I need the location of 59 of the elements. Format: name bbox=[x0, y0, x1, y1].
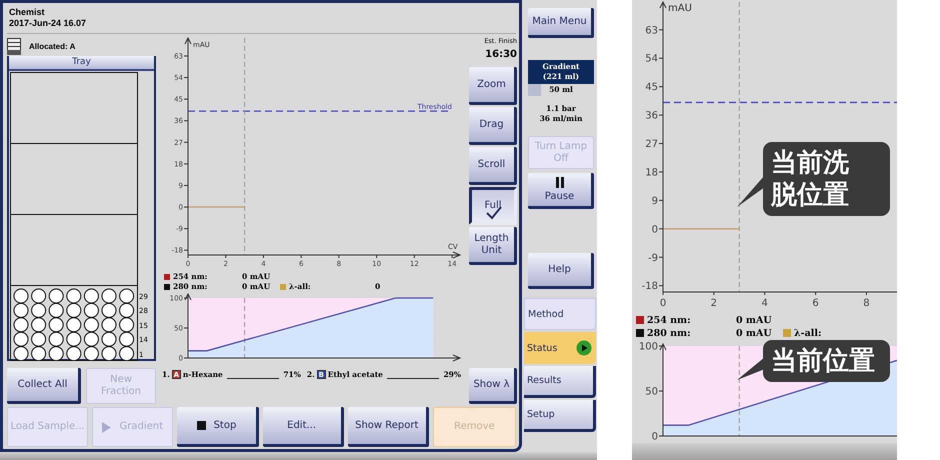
callout-pointer bbox=[737, 175, 765, 207]
y-axis bbox=[184, 292, 192, 358]
operator-name: Chemist bbox=[9, 7, 46, 18]
allocation-label: Allocated: A bbox=[29, 42, 76, 50]
y-tick-label: -9 bbox=[648, 252, 658, 264]
play-icon bbox=[102, 422, 112, 432]
tray-title: Tray bbox=[9, 56, 154, 71]
est-finish-time: 16:30 bbox=[485, 49, 517, 60]
x-tick-label: 2 bbox=[710, 298, 718, 309]
readout-label: λ-all: bbox=[783, 327, 897, 340]
callout: 当前洗 脱位置 bbox=[763, 142, 890, 216]
y-tick-label: 27 bbox=[645, 139, 658, 150]
fraction-section[interactable] bbox=[10, 143, 138, 215]
x-tick-label: 0 bbox=[660, 298, 666, 309]
fraction-section[interactable] bbox=[10, 214, 138, 286]
rack-icon bbox=[7, 38, 21, 54]
y-tick-label: 9 bbox=[652, 196, 658, 207]
readout-label: 254 nm: bbox=[636, 314, 736, 327]
tab[interactable]: Setup bbox=[524, 400, 596, 432]
y-tick-label: -18 bbox=[642, 281, 658, 292]
show-lambda-button[interactable]: Show λ bbox=[469, 368, 517, 404]
y-tick-label: 50 bbox=[645, 386, 658, 398]
readout-label: 280 nm: bbox=[636, 327, 736, 340]
view-button[interactable]: Length Unit bbox=[469, 227, 517, 265]
help-button[interactable]: Help bbox=[528, 253, 594, 289]
fraction-section[interactable] bbox=[10, 72, 138, 144]
callout-pointer bbox=[737, 357, 765, 380]
tab[interactable]: Results bbox=[524, 366, 596, 398]
y-tick-label: 100 bbox=[638, 342, 658, 352]
readout-value: 0 mAU bbox=[736, 314, 773, 327]
y-tick-label: 0 bbox=[652, 224, 658, 236]
tray-button[interactable]: Collect All bbox=[7, 368, 81, 404]
pause-button[interactable]: Pause bbox=[528, 173, 594, 209]
position-marker-line bbox=[244, 298, 246, 358]
play-icon bbox=[576, 340, 592, 356]
pause-icon bbox=[556, 176, 564, 188]
readout-value: 0 mAU bbox=[736, 327, 773, 340]
y-tick-label: 54 bbox=[645, 54, 658, 65]
tab[interactable]: Status bbox=[524, 332, 596, 364]
y-tick-label: 45 bbox=[645, 82, 658, 94]
x-tick-label: 4 bbox=[762, 298, 768, 309]
y-tick-label: 63 bbox=[645, 25, 658, 36]
view-button[interactable]: Zoom bbox=[469, 67, 517, 105]
view-button[interactable]: Drag bbox=[469, 107, 517, 145]
x-tick-label: 6 bbox=[812, 298, 819, 309]
timestamp: 2017-Jun-24 16.07 bbox=[9, 18, 88, 29]
tab[interactable]: Method bbox=[524, 298, 596, 330]
axis-title: mAU bbox=[668, 3, 692, 14]
action-button[interactable]: Edit... bbox=[262, 407, 344, 447]
action-button[interactable]: Show Report bbox=[348, 407, 429, 447]
x-tick-label: 8 bbox=[863, 298, 870, 309]
y-tick-label: 18 bbox=[645, 167, 658, 178]
y-tick-label: 0 bbox=[652, 432, 658, 442]
main-menu-button[interactable]: Main Menu bbox=[528, 8, 594, 38]
y-tick-label: 36 bbox=[645, 110, 658, 122]
view-button[interactable]: Scroll bbox=[469, 147, 517, 185]
action-button[interactable]: Stop bbox=[177, 407, 259, 447]
view-button[interactable]: Full bbox=[469, 187, 517, 225]
stop-icon bbox=[196, 421, 206, 430]
